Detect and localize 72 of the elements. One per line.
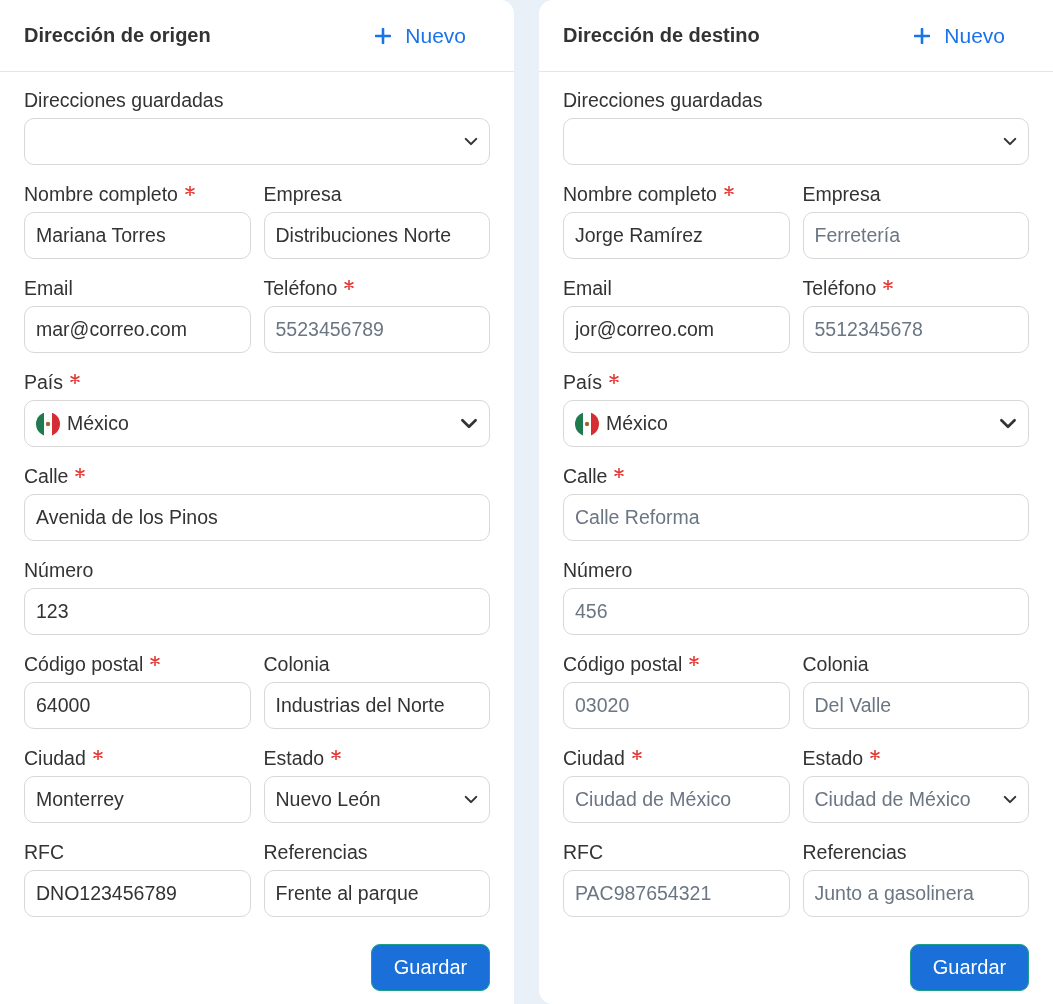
chevron-icon	[460, 418, 478, 429]
text-field[interactable]: jor@correo.com	[563, 306, 790, 353]
text-field[interactable]: PAC987654321	[563, 870, 790, 917]
field-label: Empresa	[263, 182, 342, 206]
field-label: Referencias	[263, 840, 368, 864]
field-label: Referencias	[802, 840, 907, 864]
field-label: País	[563, 370, 603, 394]
new-button[interactable]: Nuevo	[375, 23, 466, 48]
flag-icon	[36, 411, 60, 436]
text-field[interactable]: Del Valle	[802, 682, 1029, 729]
field-label: Nombre completo	[24, 182, 178, 206]
field-label: Teléfono	[802, 276, 877, 300]
field-label: Código postal	[563, 652, 683, 676]
text-field[interactable]: 64000	[24, 682, 251, 729]
text-field[interactable]: Avenida de los Pinos	[24, 494, 490, 541]
dropdown[interactable]: Ciudad de México	[802, 776, 1029, 823]
dropdown[interactable]	[24, 118, 490, 165]
text-field[interactable]: Jorge Ramírez	[563, 212, 790, 259]
country-dropdown[interactable]: México	[563, 400, 1029, 447]
field-label: Colonia	[263, 652, 330, 676]
text-field[interactable]: Junto a gasolinera	[802, 870, 1029, 917]
field-label: Ciudad	[24, 746, 86, 770]
flag-icon	[575, 411, 599, 436]
field-label: Código postal	[24, 652, 144, 676]
field-label: Nombre completo	[563, 182, 717, 206]
chevron-icon	[999, 418, 1017, 429]
text-field[interactable]: 456	[563, 588, 1029, 635]
chevron-icon	[464, 137, 478, 146]
new-button[interactable]: Nuevo	[914, 23, 1005, 48]
field-label: RFC	[563, 840, 604, 864]
dropdown[interactable]: Nuevo León	[263, 776, 490, 823]
chevron-icon	[1003, 137, 1017, 146]
field-label: Número	[24, 558, 94, 582]
chevron-icon	[464, 795, 478, 804]
country-dropdown[interactable]: México	[24, 400, 490, 447]
text-field[interactable]: Ferretería	[802, 212, 1029, 259]
field-label: Calle	[24, 464, 69, 488]
panel-title: Dirección de origen	[24, 24, 211, 47]
text-field[interactable]: Industrias del Norte	[263, 682, 490, 729]
text-field[interactable]: 03020	[563, 682, 790, 729]
plus-icon	[914, 27, 931, 44]
field-label: Calle	[563, 464, 608, 488]
dropdown[interactable]	[563, 118, 1029, 165]
text-field[interactable]: 123	[24, 588, 490, 635]
field-label: Email	[24, 276, 73, 300]
text-field[interactable]: Distribuciones Norte	[263, 212, 490, 259]
field-label: Empresa	[802, 182, 881, 206]
save-button[interactable]: Guardar	[910, 944, 1029, 991]
text-field[interactable]: 5523456789	[263, 306, 490, 353]
text-field[interactable]: Calle Reforma	[563, 494, 1029, 541]
field-label: Colonia	[802, 652, 869, 676]
text-field[interactable]: Mariana Torres	[24, 212, 251, 259]
chevron-icon	[1003, 795, 1017, 804]
text-field[interactable]: mar@correo.com	[24, 306, 251, 353]
panel-title: Dirección de destino	[563, 24, 760, 47]
text-field[interactable]: Ciudad de México	[563, 776, 790, 823]
plus-icon	[375, 27, 392, 44]
field-label: Direcciones guardadas	[563, 88, 763, 112]
field-label: RFC	[24, 840, 65, 864]
field-label: Estado	[802, 746, 864, 770]
text-field[interactable]: Frente al parque	[263, 870, 490, 917]
field-label: Email	[563, 276, 612, 300]
save-button[interactable]: Guardar	[371, 944, 490, 991]
text-field[interactable]: Monterrey	[24, 776, 251, 823]
field-label: Número	[563, 558, 633, 582]
text-field[interactable]: DNO123456789	[24, 870, 251, 917]
field-label: Estado	[263, 746, 325, 770]
field-label: Ciudad	[563, 746, 625, 770]
text-field[interactable]: 5512345678	[802, 306, 1029, 353]
field-label: Teléfono	[263, 276, 338, 300]
field-label: Direcciones guardadas	[24, 88, 224, 112]
field-label: País	[24, 370, 64, 394]
